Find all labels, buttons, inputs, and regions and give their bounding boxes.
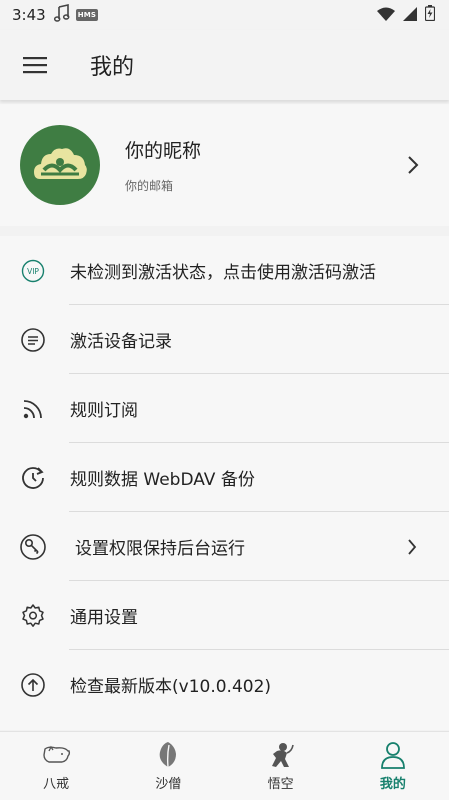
tab-label: 我的 [379, 777, 406, 792]
svg-text:VIP: VIP [27, 267, 39, 276]
menu-item-label: 通用设置 [70, 608, 138, 628]
profile-card[interactable]: 你的昵称 你的邮箱 [0, 104, 449, 226]
chevron-right-icon [397, 532, 427, 562]
tab-mine[interactable]: 我的 [337, 732, 449, 800]
list-circle-icon [19, 326, 47, 354]
wifi-icon [377, 6, 395, 25]
menu-item-webdav-backup[interactable]: 规则数据 WebDAV 备份 [0, 443, 449, 512]
hamburger-menu-icon[interactable] [0, 30, 70, 100]
tab-shaseng[interactable]: 沙僧 [112, 732, 224, 800]
monkey-icon [266, 740, 296, 770]
vip-icon: VIP [19, 257, 47, 285]
menu-item-background-permission[interactable]: 设置权限保持后台运行 [0, 512, 449, 581]
tab-label: 沙僧 [155, 777, 182, 792]
avatar[interactable] [20, 125, 100, 205]
key-icon [19, 533, 47, 561]
hms-badge: HMS [75, 9, 99, 21]
music-note-icon [53, 4, 70, 26]
menu-item-rule-subscription[interactable]: 规则订阅 [0, 374, 449, 443]
menu-item-label: 检查最新版本(v10.0.402) [70, 677, 272, 697]
signal-icon [403, 6, 417, 25]
page-title: 我的 [90, 55, 135, 80]
backup-clock-icon [19, 464, 47, 492]
gear-icon [19, 602, 47, 630]
person-icon [378, 740, 408, 770]
menu-item-label: 规则数据 WebDAV 备份 [70, 470, 255, 490]
menu-item-check-update[interactable]: 检查最新版本(v10.0.402) [0, 650, 449, 719]
menu-item-activation[interactable]: VIP 未检测到激活状态，点击使用激活码激活 [0, 236, 449, 305]
profile-nickname: 你的昵称 [125, 140, 202, 162]
menu-item-label: 未检测到激活状态，点击使用激活码激活 [70, 263, 376, 283]
bottom-nav: 八戒 沙僧 悟空 我的 [0, 731, 449, 800]
tab-bajie[interactable]: 八戒 [0, 732, 112, 800]
tab-label: 悟空 [267, 777, 294, 792]
status-bar: 3:43 HMS [0, 0, 449, 30]
settings-list: VIP 未检测到激活状态，点击使用激活码激活 激活设备记录 规则订阅 规则数据 … [0, 236, 449, 730]
menu-item-label: 规则订阅 [70, 401, 138, 421]
upload-circle-icon [19, 671, 47, 699]
profile-email: 你的邮箱 [125, 179, 174, 193]
cloud-logo-icon [34, 148, 87, 179]
app-bar: 我的 [0, 30, 449, 100]
menu-item-general-settings[interactable]: 通用设置 [0, 581, 449, 650]
battery-icon [424, 5, 436, 25]
status-time: 3:43 [12, 6, 46, 24]
menu-item-label: 激活设备记录 [70, 332, 172, 352]
menu-item-device-records[interactable]: 激活设备记录 [0, 305, 449, 374]
menu-item-label: 设置权限保持后台运行 [75, 539, 245, 559]
tab-wukong[interactable]: 悟空 [225, 732, 337, 800]
tab-label: 八戒 [43, 777, 70, 792]
leaf-icon [153, 740, 183, 770]
pig-icon [41, 740, 71, 770]
rss-icon [19, 395, 47, 423]
chevron-right-icon[interactable] [393, 145, 433, 185]
